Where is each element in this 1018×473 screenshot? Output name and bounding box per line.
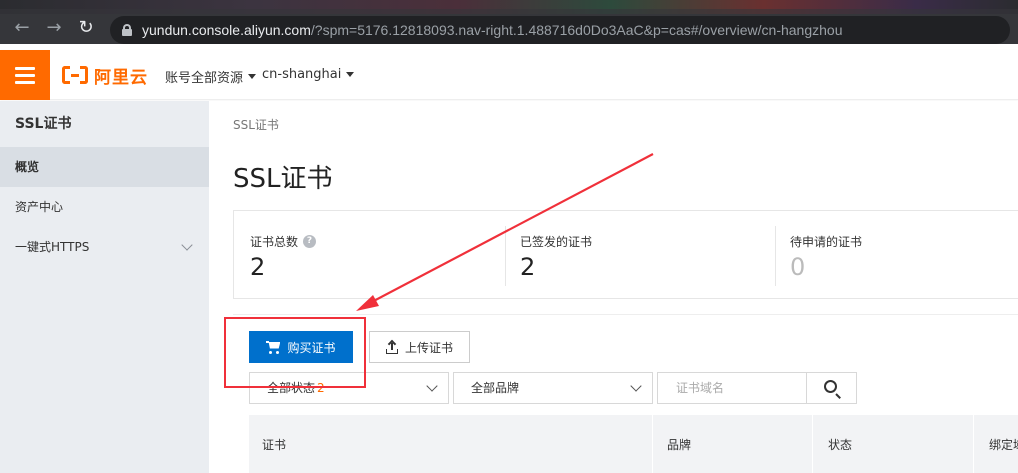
annotation-arrow [356, 153, 654, 311]
arrow-head [356, 295, 379, 311]
arrow-line [367, 153, 654, 305]
